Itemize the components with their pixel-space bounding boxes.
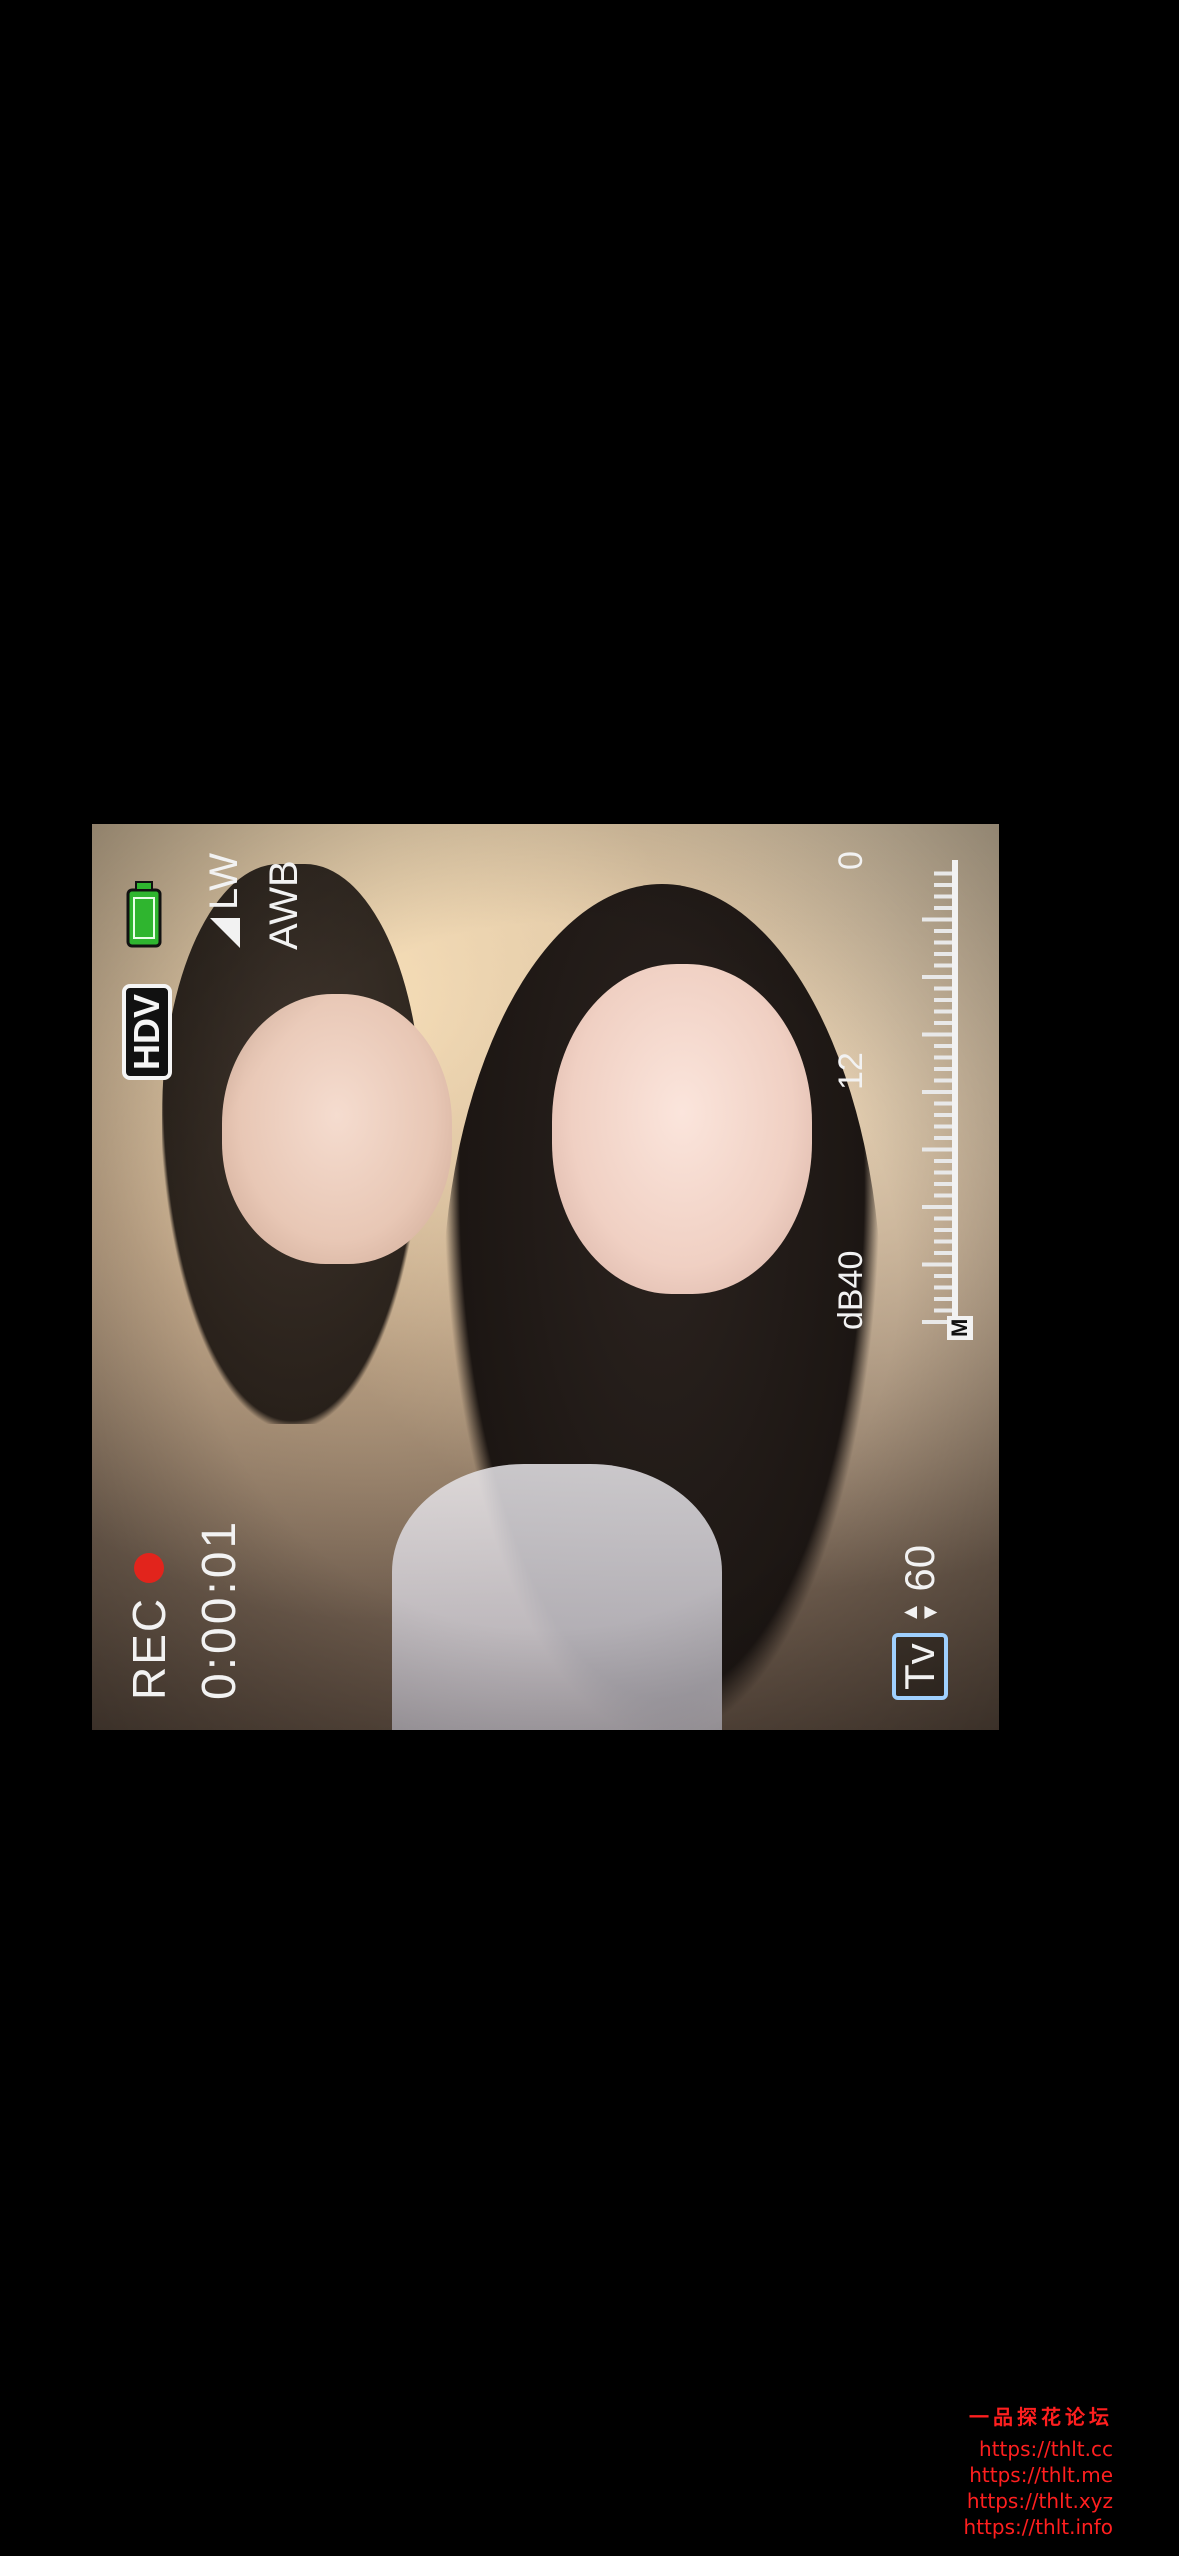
audio-meter-db-label: dB40	[832, 1250, 870, 1330]
mode-badge: Tv	[892, 1633, 948, 1700]
audio-meter-tick	[934, 906, 952, 910]
watermark-link[interactable]: https://thlt.info	[964, 2514, 1113, 2540]
audio-meter-tick	[934, 1078, 952, 1083]
triangle-icon	[209, 918, 240, 948]
audio-meter-tick	[934, 1182, 952, 1186]
audio-meter-tick	[934, 1009, 952, 1014]
audio-meter-tick	[934, 1136, 952, 1140]
audio-meter-tick	[934, 952, 952, 956]
lens-indicator: LW	[202, 853, 247, 950]
rec-indicator: REC	[122, 1552, 176, 1700]
audio-meter-ticks	[922, 871, 952, 1324]
camcorder-hud: REC 0:00:01 HDV LW AWB Tv ▲ ▼ 60 dB40 12 …	[92, 824, 999, 1730]
watermark-link[interactable]: https://thlt.me	[964, 2462, 1113, 2488]
audio-meter-tick	[934, 1285, 952, 1290]
audio-meter-tick	[934, 871, 952, 876]
watermark: 一品探花论坛 https://thlt.cc https://thlt.me h…	[964, 2404, 1113, 2540]
camcorder-photo: REC 0:00:01 HDV LW AWB Tv ▲ ▼ 60 dB40 12 …	[92, 824, 999, 1730]
audio-meter-tick	[934, 1239, 952, 1244]
audio-meter-tick	[934, 1159, 952, 1163]
rec-label: REC	[123, 1596, 175, 1700]
audio-meter-tick	[934, 1228, 952, 1232]
audio-meter-tick	[934, 883, 952, 887]
audio-meter-tick	[922, 917, 952, 922]
white-balance-label: AWB	[262, 860, 306, 950]
audio-meter-tick	[922, 1205, 952, 1209]
audio-meter-tick	[922, 1147, 952, 1152]
audio-meter-tick	[934, 986, 952, 991]
audio-meter-tick	[934, 1274, 952, 1278]
audio-meter-tick	[934, 1113, 952, 1117]
battery-icon	[126, 881, 162, 948]
audio-meter-tick	[934, 1044, 952, 1048]
audio-meter-tick	[934, 929, 952, 933]
audio-meter-tick	[922, 1032, 952, 1037]
audio-meter-tick	[934, 1308, 952, 1313]
audio-meter-max-label: 0	[832, 851, 870, 870]
audio-meter-tick	[934, 1170, 952, 1175]
audio-meter-tick	[934, 1055, 952, 1060]
audio-meter-tick	[922, 1262, 952, 1267]
audio-meter-tick	[922, 1090, 952, 1094]
audio-meter-mid-label: 12	[832, 1052, 870, 1090]
shutter-indicator: Tv ▲ ▼ 60	[892, 1545, 948, 1700]
rec-dot-icon	[134, 1552, 164, 1583]
timecode: 0:00:01	[193, 1518, 246, 1700]
audio-meter-tick	[922, 975, 952, 979]
audio-meter-tick	[934, 1101, 952, 1106]
audio-meter-tick	[934, 1216, 952, 1221]
audio-meter-tick	[934, 894, 952, 899]
audio-meter-mode-marker: M	[947, 1315, 973, 1340]
shutter-value: 60	[896, 1544, 943, 1592]
updown-arrows-icon: ▲ ▼	[897, 1601, 942, 1624]
audio-meter-tick	[934, 940, 952, 945]
audio-level-meter	[922, 860, 958, 1330]
audio-meter-tick	[934, 1251, 952, 1255]
audio-meter-tick	[934, 1297, 952, 1301]
audio-meter-tick	[934, 963, 952, 968]
audio-meter-tick	[934, 1193, 952, 1198]
format-badge: HDV	[122, 983, 172, 1080]
watermark-link[interactable]: https://thlt.xyz	[964, 2488, 1113, 2514]
audio-meter-tick	[934, 1067, 952, 1071]
audio-meter-tick	[934, 1021, 952, 1025]
watermark-title: 一品探花论坛	[969, 2405, 1113, 2429]
lens-label: LW	[202, 852, 246, 910]
audio-meter-tick	[934, 998, 952, 1002]
audio-meter-tick	[934, 1124, 952, 1129]
watermark-link[interactable]: https://thlt.cc	[964, 2436, 1113, 2462]
